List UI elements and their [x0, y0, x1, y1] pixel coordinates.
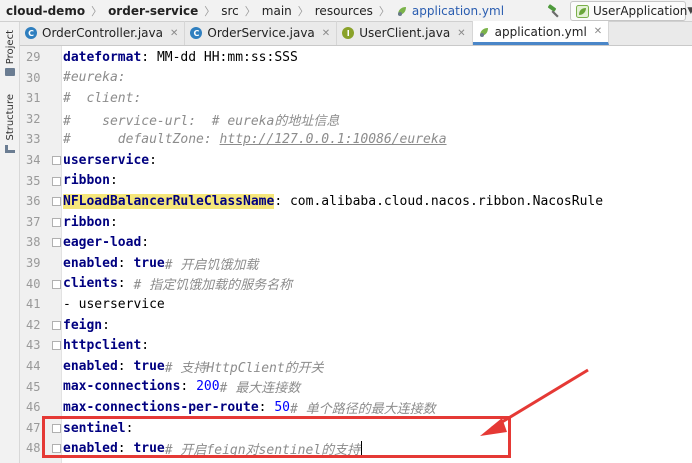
fold-marker-icon[interactable]: [52, 341, 61, 351]
fold-marker-icon[interactable]: [52, 444, 61, 454]
fold-marker-icon[interactable]: [52, 156, 61, 165]
fold-marker-icon[interactable]: [52, 197, 61, 207]
fold-marker-icon[interactable]: [52, 217, 61, 227]
fold-marker-icon[interactable]: [52, 320, 61, 330]
annotation-arrow: [480, 368, 589, 436]
fold-marker-icon[interactable]: [52, 279, 61, 289]
fold-marker-icon[interactable]: [52, 238, 61, 248]
fold-marker-icon[interactable]: [52, 176, 61, 186]
fold-marker-icon[interactable]: [52, 423, 61, 433]
